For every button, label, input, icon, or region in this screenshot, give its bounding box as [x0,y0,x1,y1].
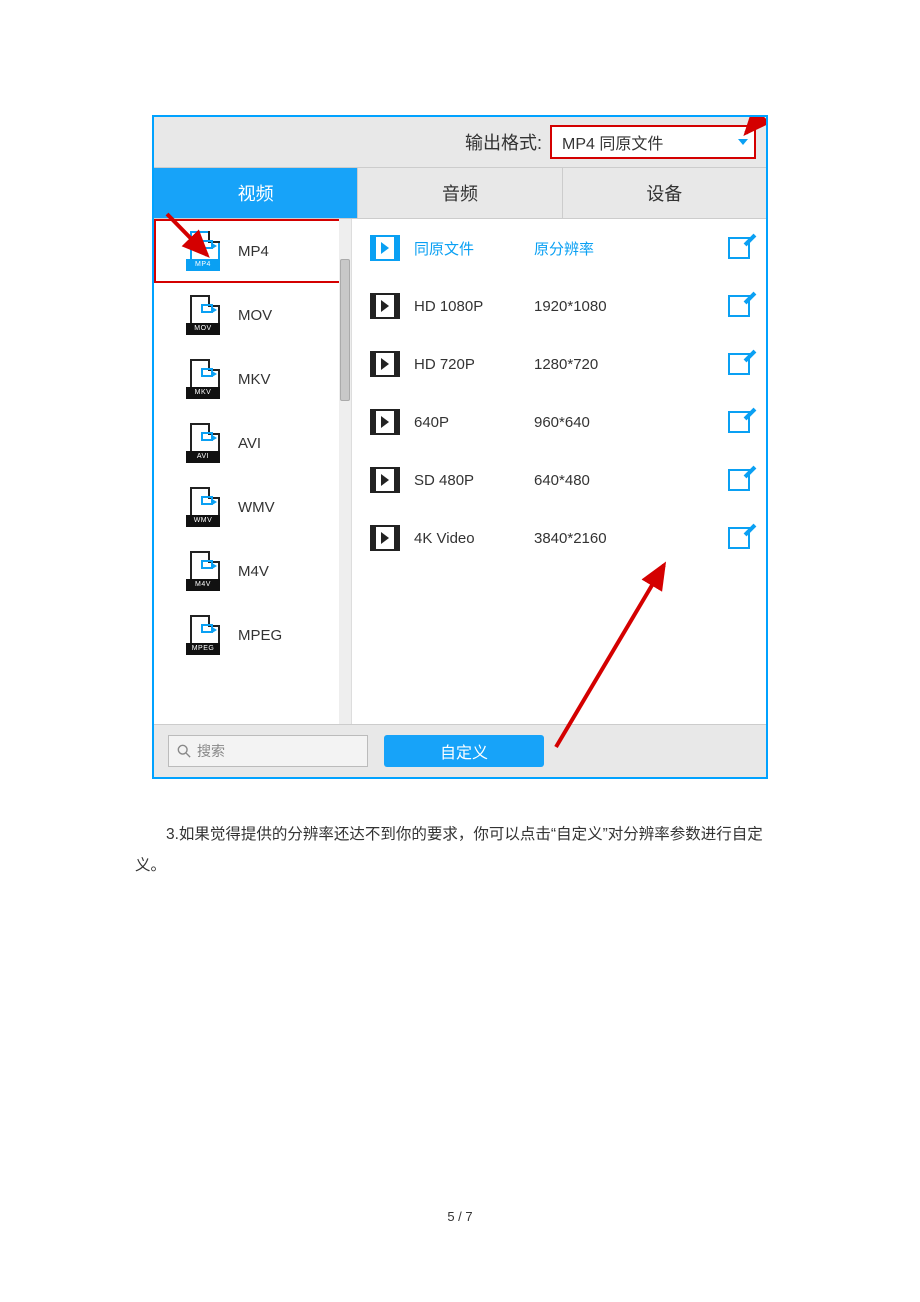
file-avi-icon: AVI [186,423,220,463]
custom-button[interactable]: 自定义 [384,735,544,767]
page-indicator: 5 / 7 [0,1209,920,1224]
edit-icon[interactable] [728,527,750,549]
film-icon [370,409,400,435]
resolution-4k[interactable]: 4K Video 3840*2160 [352,509,766,567]
file-mp4-icon: MP4 [186,231,220,271]
format-sidebar: MP4 MP4 MOV MOV MKV MKV [154,219,352,724]
format-selection-screenshot: 输出格式: MP4 同原文件 视频 音频 设备 MP4 [152,115,768,779]
resolution-640p[interactable]: 640P 960*640 [352,393,766,451]
resolution-original[interactable]: 同原文件 原分辨率 [352,219,766,277]
search-input[interactable]: 搜索 [168,735,368,767]
output-format-value: MP4 同原文件 [562,130,663,154]
format-panel: MP4 MP4 MOV MOV MKV MKV [154,219,766,724]
edit-icon[interactable] [728,469,750,491]
resolution-480p[interactable]: SD 480P 640*480 [352,451,766,509]
format-m4v[interactable]: M4V M4V [154,539,351,603]
film-icon [370,293,400,319]
bottom-bar: 搜索 自定义 [154,724,766,777]
file-m4v-icon: M4V [186,551,220,591]
tab-device[interactable]: 设备 [563,168,766,218]
file-mkv-icon: MKV [186,359,220,399]
search-placeholder: 搜索 [197,741,225,761]
search-icon [177,744,191,758]
edit-icon[interactable] [728,237,750,259]
format-scrollbar[interactable] [339,219,351,724]
edit-icon[interactable] [728,353,750,375]
format-mkv[interactable]: MKV MKV [154,347,351,411]
film-icon [370,525,400,551]
output-format-label: 输出格式: [465,129,542,155]
edit-icon[interactable] [728,295,750,317]
caret-down-icon [738,139,748,145]
resolution-list: 同原文件 原分辨率 HD 1080P 1920*1080 HD 720P 128… [352,219,766,724]
format-mov[interactable]: MOV MOV [154,283,351,347]
format-tabs: 视频 音频 设备 [154,167,766,219]
file-mpeg-icon: MPEG [186,615,220,655]
film-icon [370,467,400,493]
output-format-bar: 输出格式: MP4 同原文件 [154,117,766,167]
output-format-dropdown[interactable]: MP4 同原文件 [550,125,756,159]
edit-icon[interactable] [728,411,750,433]
resolution-720p[interactable]: HD 720P 1280*720 [352,335,766,393]
film-icon [370,235,400,261]
tab-audio[interactable]: 音频 [358,168,562,218]
format-wmv[interactable]: WMV WMV [154,475,351,539]
format-mpeg[interactable]: MPEG MPEG [154,603,351,667]
tab-video[interactable]: 视频 [154,168,358,218]
format-avi[interactable]: AVI AVI [154,411,351,475]
file-mov-icon: MOV [186,295,220,335]
format-mp4[interactable]: MP4 MP4 [154,219,351,283]
resolution-1080p[interactable]: HD 1080P 1920*1080 [352,277,766,335]
instruction-paragraph: 3.如果觉得提供的分辨率还达不到你的要求，你可以点击“自定义”对分辨率参数进行自… [135,819,785,881]
film-icon [370,351,400,377]
file-wmv-icon: WMV [186,487,220,527]
